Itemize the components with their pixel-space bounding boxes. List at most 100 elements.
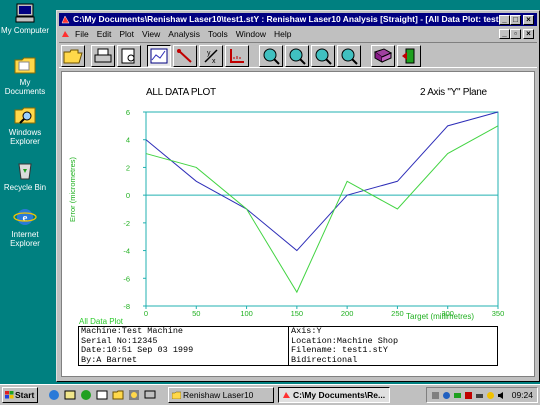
task-analysis-window[interactable]: C:\My Documents\Re... [278,387,390,403]
svg-text:e: e [23,212,28,224]
print-button[interactable] [91,45,115,67]
desktop-icon-my-computer[interactable]: My Computer [0,2,50,35]
document-controls: _ ▫ × [499,29,534,39]
zoom-3-button[interactable] [311,45,335,67]
app-quicklaunch-icon[interactable] [128,389,140,401]
doc-close-button[interactable]: × [523,29,534,39]
axis-tool-icon [230,49,244,63]
menu-analysis[interactable]: Analysis [164,27,204,41]
doc-restore-button[interactable]: ▫ [510,29,521,39]
x-tick-label: 50 [192,309,200,318]
info-divider [288,327,289,365]
desktop-icon-label: Recycle Bin [3,183,47,192]
explorer-icon [14,107,36,124]
menu-bar: File Edit Plot View Analysis Tools Window Help … [59,27,537,41]
info-left-column: Machine:Test Machine Serial No:12345 Dat… [81,326,287,365]
volume-icon[interactable] [497,391,506,400]
plot-view-button[interactable] [147,45,171,67]
tray-icon-4[interactable] [464,391,473,400]
open-button[interactable] [61,45,85,67]
info-direction: Bidirectional [291,354,358,365]
tray-icon-6[interactable] [486,391,495,400]
zoom-fit-icon [341,48,358,65]
tray-icon-5[interactable] [475,391,484,400]
info-box: Machine:Test Machine Serial No:12345 Dat… [78,326,498,366]
y-axis-label: Error (micrometres) [68,157,77,222]
info-by: By:A Barnet [81,354,138,365]
channels-quicklaunch-icon[interactable] [80,389,92,401]
y-tick-label: 6 [126,108,130,117]
tray-icon-3[interactable] [453,391,462,400]
menu-edit[interactable]: Edit [93,27,116,41]
recycle-bin-icon [18,163,32,180]
zoom-4-button[interactable] [337,45,361,67]
menu-help[interactable]: Help [270,27,295,41]
minimize-button[interactable]: _ [499,15,510,25]
app-icon [61,15,70,24]
exit-button[interactable] [397,45,421,67]
menu-window[interactable]: Window [232,27,270,41]
maximize-button[interactable]: □ [510,15,521,25]
desktop-icon-recycle-bin[interactable]: Recycle Bin [0,159,50,192]
print-preview-button[interactable] [117,45,141,67]
series-line-1 [145,111,499,252]
x-tick-label: 350 [492,309,505,318]
scale-tool-button[interactable]: yx [199,45,223,67]
window-title: C:\My Documents\Renishaw Laser10\test1.s… [73,14,511,24]
zoom-2-button[interactable] [285,45,309,67]
desktop-icon-windows-explorer[interactable]: Windows Explorer [0,104,50,146]
y-tick-label: -8 [123,302,130,311]
scale-tool-icon: yx [204,49,218,65]
exit-icon [402,48,415,64]
window-titlebar[interactable]: C:\My Documents\Renishaw Laser10\test1.s… [59,13,537,26]
menu-plot[interactable]: Plot [115,27,138,41]
folder-icon [172,391,181,399]
doc-minimize-button[interactable]: _ [499,29,510,39]
explorer-quicklaunch-icon[interactable] [112,389,124,401]
info-right-column: Axis:Y Location:Machine Shop Filename: t… [291,326,497,365]
close-button[interactable]: × [523,15,534,25]
desktop-icon-label: Windows Explorer [8,128,42,146]
ie-quicklaunch-icon[interactable] [48,389,60,401]
tray-icon-2[interactable] [442,391,451,400]
axis-tool-button[interactable] [225,45,249,67]
desktop-icon-label: My Computer [0,26,49,35]
plot-view-icon [150,48,168,64]
zoom-out-icon [315,48,332,65]
toolbar: yx [59,42,537,68]
book-button[interactable] [371,45,395,67]
start-button[interactable]: Start [2,387,38,403]
desktop-icon-internet-explorer[interactable]: e Internet Explorer [0,206,50,248]
network-quicklaunch-icon[interactable] [144,389,156,401]
menu-file[interactable]: File [71,27,93,41]
outlook-quicklaunch-icon[interactable] [64,389,76,401]
x-axis-label: Target (millimetres) [406,312,475,321]
desktop-icon-my-documents[interactable]: My Documents [0,54,50,96]
series-line-2 [145,125,499,294]
y-tick-label: -6 [123,274,130,283]
menu-view[interactable]: View [138,27,164,41]
desktop-icon-label: My Documents [4,78,46,96]
tray-icon-1[interactable] [431,391,440,400]
app-window: C:\My Documents\Renishaw Laser10\test1.s… [56,10,540,382]
show-desktop-quicklaunch-icon[interactable] [96,389,108,401]
plot-subtitle: 2 Axis "Y" Plane [420,87,487,98]
y-tick-label: 4 [126,136,130,145]
internet-explorer-icon: e [13,209,37,225]
desktop-icon-label: Internet Explorer [10,230,40,248]
plot-document: 6 4 2 0 -2 -4 -6 -8 0 50 100 150 200 250 300 350 ALL DA… [61,71,535,377]
task-renishaw-laser10[interactable]: Renishaw Laser10 [168,387,274,403]
menu-tools[interactable]: Tools [204,27,232,41]
all-data-plot-label: All Data Plot [79,317,124,326]
windows-flag-icon [5,391,14,399]
zoom-1-button[interactable] [259,45,283,67]
zoom-in-icon [289,48,306,65]
document-icon[interactable] [61,30,70,38]
y-tick-label: 2 [126,163,130,172]
x-tick-label: 250 [391,309,404,318]
start-label: Start [15,390,35,400]
svg-text:x: x [212,58,216,65]
plot-title: ALL DATA PLOT [146,87,216,98]
svg-text:y: y [207,50,211,57]
cursor-tool-button[interactable] [173,45,197,67]
